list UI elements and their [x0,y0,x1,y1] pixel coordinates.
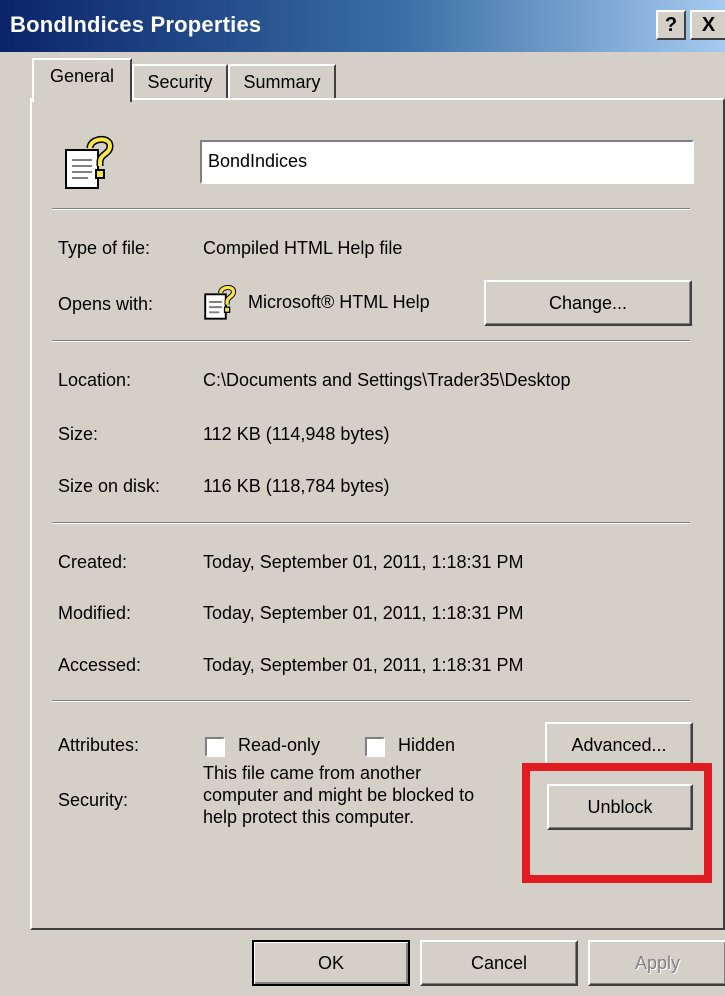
advanced-button[interactable]: Advanced... [545,722,693,768]
location-label: Location: [58,370,132,390]
size-label: Size: [58,424,99,444]
readonly-label[interactable]: Read-only [238,735,320,756]
opens-with-label: Opens with: [58,294,154,314]
tab-general[interactable]: General [32,58,132,102]
type-of-file-value: Compiled HTML Help file [203,238,403,258]
hidden-label[interactable]: Hidden [398,735,455,756]
created-label: Created: [58,552,128,572]
highlight-box [522,763,712,883]
cancel-button[interactable]: Cancel [420,940,578,986]
separator [52,208,690,210]
attributes-label: Attributes: [58,735,140,755]
modified-value: Today, September 01, 2011, 1:18:31 PM [203,603,524,623]
apply-button[interactable]: Apply [588,940,725,986]
opens-with-value: Microsoft® HTML Help [248,292,430,312]
modified-label: Modified: [58,603,132,623]
help-button[interactable]: ? [656,10,686,40]
title-bar[interactable]: BondIndices Properties ? X [0,0,725,52]
security-label: Security: [58,790,129,810]
close-button[interactable]: X [690,10,725,40]
separator [52,522,690,524]
size-value: 112 KB (114,948 bytes) [203,424,390,444]
hidden-checkbox[interactable] [365,737,385,757]
separator [52,700,690,702]
tab-security[interactable]: Security [132,64,228,98]
accessed-value: Today, September 01, 2011, 1:18:31 PM [203,655,524,675]
tab-summary[interactable]: Summary [228,64,336,98]
file-name-input[interactable]: BondIndices [200,140,694,184]
security-message-line: This file came from another [203,763,422,783]
html-help-icon [203,284,237,320]
chm-help-file-icon [64,134,114,190]
size-on-disk-value: 116 KB (118,784 bytes) [203,476,390,496]
window-title: BondIndices Properties [10,12,262,37]
accessed-label: Accessed: [58,655,142,675]
security-message: This file came from another computer and… [203,762,533,828]
security-message-line: help protect this computer. [203,807,415,827]
readonly-checkbox[interactable] [205,737,225,757]
location-value: C:\Documents and Settings\Trader35\Deskt… [203,370,571,390]
change-button[interactable]: Change... [484,280,692,326]
size-on-disk-label: Size on disk: [58,476,161,496]
created-value: Today, September 01, 2011, 1:18:31 PM [203,552,524,572]
security-message-line: computer and might be blocked to [203,785,475,805]
ok-button[interactable]: OK [252,940,410,986]
separator [52,340,690,342]
type-of-file-label: Type of file: [58,238,151,258]
